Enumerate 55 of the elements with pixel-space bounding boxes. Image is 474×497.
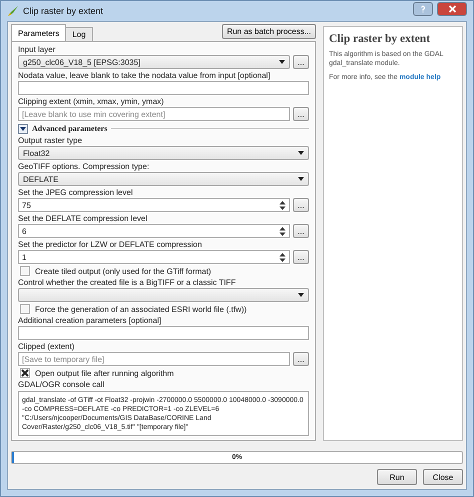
collapse-arrow-icon[interactable] (18, 124, 28, 134)
field-label: GeoTIFF options. Compression type: (18, 161, 150, 172)
checkbox[interactable] (20, 266, 30, 276)
caret-icon (279, 60, 285, 64)
output-field[interactable]: [Leave blank to use min covering extent] (18, 107, 290, 121)
dialog-button[interactable]: Run (377, 469, 417, 485)
number-field[interactable]: 6 (18, 224, 290, 238)
dropdown[interactable]: DEFLATE (18, 172, 309, 186)
input-field[interactable] (18, 81, 309, 95)
field-label: Output raster type (18, 135, 84, 146)
field-label: Input layer (18, 44, 56, 55)
number-field[interactable]: 75 (18, 198, 290, 212)
caret-icon (298, 293, 304, 297)
output-field[interactable]: [Save to temporary file] (18, 352, 290, 366)
brush-icon (7, 5, 19, 17)
caret-icon (298, 177, 304, 181)
checkbox-label: Force the generation of an associated ESRI world file (.tfw)) (35, 304, 247, 314)
help-title: Clip raster by extent (329, 33, 432, 45)
question-mark-icon (419, 5, 427, 13)
checkbox-label: Open output file after running algorithm (35, 368, 174, 378)
tab[interactable]: Log (65, 27, 93, 41)
spinner-arrows-icon[interactable] (279, 226, 286, 236)
field-label: Clipping extent (xmin, xmax, ymin, ymax) (18, 96, 165, 107)
batch-button[interactable]: Run as batch process... (222, 24, 316, 39)
field-label: GDAL/OGR console call (18, 379, 106, 390)
section-title: Advanced parameters (32, 124, 108, 133)
close-button[interactable] (437, 2, 467, 16)
number-field[interactable]: 1 (18, 250, 290, 264)
field-label: Additional creation parameters [optional] (18, 315, 162, 326)
browse-button[interactable]: ... (293, 107, 309, 121)
dropdown[interactable]: g250_clc06_V18_5 [EPSG:3035] (18, 55, 290, 69)
field-label: Set the DEFLATE compression level (18, 213, 148, 224)
checkbox[interactable] (20, 368, 30, 378)
dropdown[interactable]: Float32 (18, 146, 309, 160)
field-label: Nodata value, leave blank to take the nodata value from input [optional] (18, 70, 272, 81)
field-label: Set the predictor for LZW or DEFLATE compression (18, 239, 203, 250)
browse-button[interactable]: ... (293, 55, 309, 69)
caret-icon (298, 151, 304, 155)
browse-button[interactable]: ... (293, 352, 309, 366)
tab[interactable]: Parameters (11, 24, 66, 41)
window-title: Clip raster by extent (23, 6, 104, 16)
input-field[interactable] (18, 326, 309, 340)
browse-button[interactable]: ... (293, 250, 309, 264)
checkbox[interactable] (20, 304, 30, 314)
help-button[interactable] (413, 2, 433, 16)
spinner-arrows-icon[interactable] (279, 200, 286, 210)
dialog-button[interactable]: Close (423, 469, 463, 485)
field-label: Set the JPEG compression level (18, 187, 134, 198)
field-label: Control whether the created file is a BigTIFF or a classic TIFF (18, 277, 237, 288)
close-icon (448, 5, 456, 13)
checkbox-label: Create tiled output (only used for the GTiff format) (35, 266, 212, 276)
browse-button[interactable]: ... (293, 224, 309, 238)
browse-button[interactable]: ... (293, 198, 309, 212)
spinner-arrows-icon[interactable] (279, 252, 286, 262)
field-label: Clipped (extent) (18, 341, 76, 352)
